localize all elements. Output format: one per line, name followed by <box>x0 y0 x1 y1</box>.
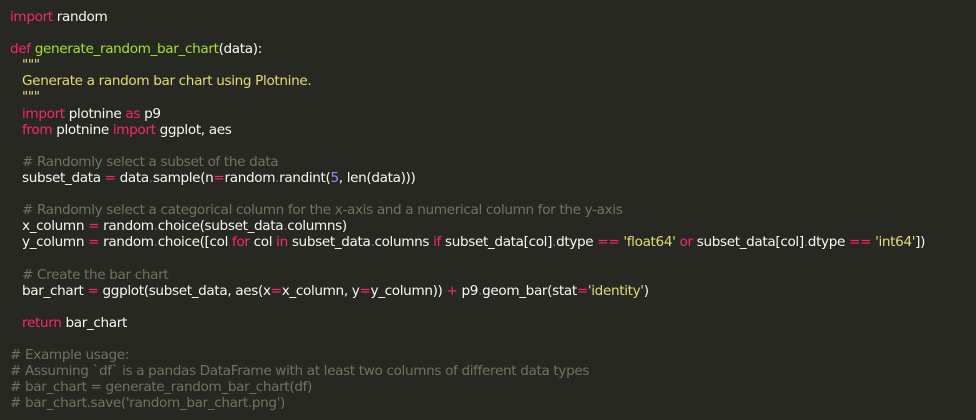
comment: # Example usage: <box>10 346 130 363</box>
keyword: import <box>10 9 53 25</box>
code-text: data <box>115 169 150 186</box>
code-line-24: # bar_chart = generate_random_bar_chart(… <box>10 379 976 395</box>
code-line-8: from plotnine import ggplot, aes <box>10 122 976 138</box>
code-text: random <box>52 9 108 25</box>
code-line-22: # Example usage: <box>10 347 976 363</box>
code-text: x_column <box>22 218 89 235</box>
keyword: as <box>125 105 141 122</box>
comment: # Randomly select a categorical column f… <box>22 202 623 219</box>
operator: = <box>104 169 116 186</box>
comment: # bar_chart.save('random_bar_chart.png') <box>10 395 286 412</box>
string-literal: 'float64' <box>623 234 676 251</box>
code-text: randint( <box>279 169 331 186</box>
code-line-25: # bar_chart.save('random_bar_chart.png') <box>10 395 976 411</box>
keyword: import <box>112 121 156 138</box>
comment: # Randomly select a subset of the data <box>22 153 279 170</box>
code-text: columns <box>374 234 434 251</box>
code-line-20: return bar_chart <box>10 315 976 331</box>
code-text: y_column)) <box>370 282 447 299</box>
operator: + <box>446 282 458 299</box>
operator: = <box>213 169 225 186</box>
operator: = <box>359 282 371 299</box>
code-line-18: bar_chart = ggplot(subset_data, aes(x=x_… <box>10 283 976 299</box>
docstring: Generate a random bar chart using Plotni… <box>22 73 312 90</box>
code-text: subset_data <box>287 234 371 251</box>
docstring: """ <box>22 57 40 74</box>
code-text: ggplot, aes <box>155 121 232 138</box>
code-text: p9 <box>140 105 161 122</box>
code-text: ggplot(subset_data, aes(x <box>98 282 272 299</box>
comment: # Create the bar chart <box>22 266 169 283</box>
code-text: columns) <box>287 218 347 235</box>
code-text: plotnine <box>64 105 126 122</box>
code-text: dtype <box>807 234 850 251</box>
code-line-11: subset_data = data.sample(n=random.randi… <box>10 170 976 186</box>
code-text: subset_data[col] <box>441 234 553 251</box>
code-text: p9 <box>457 282 479 299</box>
code-text: x_column, y <box>281 282 360 299</box>
code-text: bar_chart <box>22 282 88 299</box>
code-text: , len(data))) <box>338 169 416 186</box>
code-text: subset_data[col] <box>692 234 804 251</box>
operator: = <box>576 282 588 299</box>
operator: = <box>270 282 282 299</box>
keyword: if <box>433 234 441 251</box>
operator: = <box>87 282 99 299</box>
code-line-17: # Create the bar chart <box>10 267 976 283</box>
code-line-4: """ <box>10 57 976 73</box>
code-text: ]) <box>915 234 926 251</box>
code-text: geom_bar(stat <box>482 282 577 299</box>
comment: # bar_chart = generate_random_bar_chart(… <box>10 379 312 396</box>
function-name: generate_random_bar_chart <box>34 41 219 58</box>
operator: == <box>597 234 620 251</box>
keyword: import <box>22 105 65 122</box>
string-literal: 'int64' <box>875 234 916 251</box>
code-text: random <box>224 169 276 186</box>
code-text: dtype <box>556 234 598 251</box>
keyword: in <box>276 234 288 251</box>
code-text: y_column <box>22 234 89 251</box>
code-line-5: Generate a random bar chart using Plotni… <box>10 73 976 89</box>
code-text: choice(subset_data <box>157 218 284 235</box>
code-text: (data): <box>218 41 263 58</box>
code-text: random <box>99 218 154 235</box>
code-line-14: x_column = random.choice(subset_data.col… <box>10 218 976 234</box>
keyword: from <box>22 121 53 138</box>
code-text: sample(n <box>152 169 214 186</box>
code-text: plotnine <box>52 121 113 138</box>
code-text: bar_chart <box>61 314 127 331</box>
code-text: choice([col <box>157 234 233 251</box>
code-line-15: y_column = random.choice([col for col in… <box>10 234 976 250</box>
code-text: random <box>99 234 154 251</box>
keyword: return <box>22 314 62 331</box>
code-text: ) <box>643 282 649 299</box>
code-line-23: # Assuming `df` is a pandas DataFrame wi… <box>10 363 976 379</box>
code-line-1: import random <box>10 9 976 25</box>
keyword: for <box>232 234 250 251</box>
code-line-3: def generate_random_bar_chart(data): <box>10 41 976 57</box>
string-literal: 'identity' <box>587 282 644 299</box>
code-text: subset_data <box>22 169 105 186</box>
comment: # Assuming `df` is a pandas DataFrame wi… <box>10 363 590 380</box>
code-line-6: """ <box>10 89 976 105</box>
code-text: col <box>249 234 277 251</box>
operator: = <box>88 218 100 235</box>
code-line-7: import plotnine as p9 <box>10 106 976 122</box>
operator: = <box>88 234 100 251</box>
operator: == <box>849 234 872 251</box>
code-line-10: # Randomly select a subset of the data <box>10 154 976 170</box>
code-editor[interactable]: import random def generate_random_bar_ch… <box>10 9 976 411</box>
docstring: """ <box>22 89 40 106</box>
number-literal: 5 <box>330 169 339 186</box>
keyword: or <box>679 234 694 251</box>
keyword: def <box>10 41 31 58</box>
code-line-13: # Randomly select a categorical column f… <box>10 202 976 218</box>
